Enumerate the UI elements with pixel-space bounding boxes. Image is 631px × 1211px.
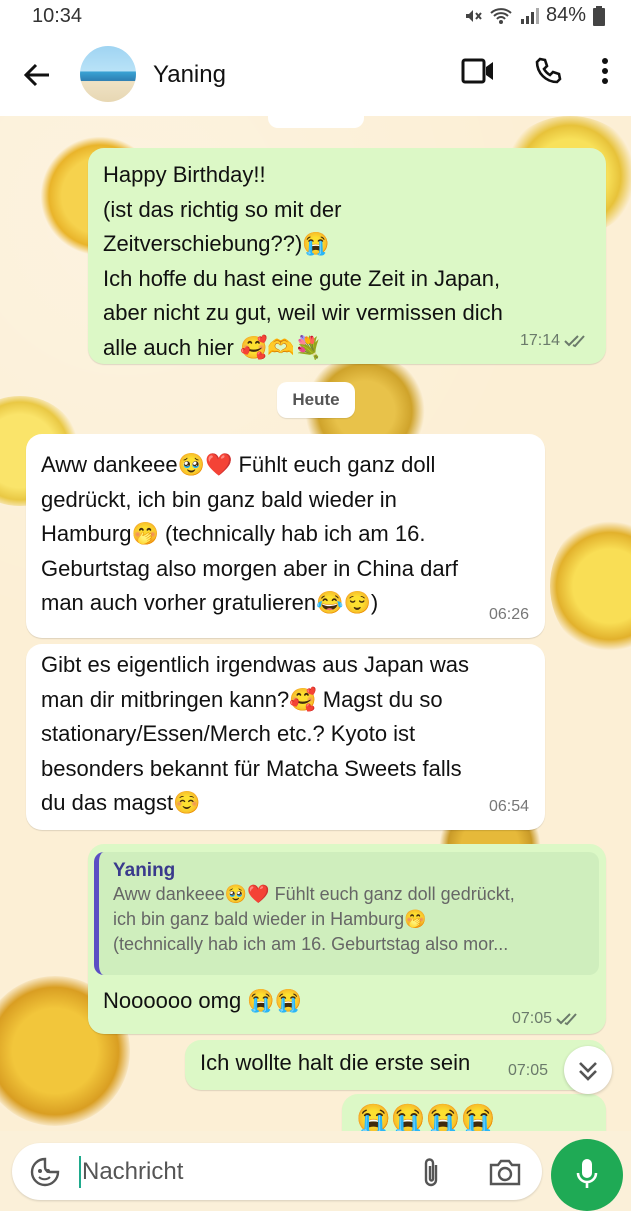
message-composer (12, 1143, 542, 1200)
message-text: Aww dankeee🥹❤️ Fühlt euch ganz doll gedr… (41, 452, 459, 615)
quoted-message[interactable]: Yaning Aww dankeee🥹❤️ Fühlt euch ganz do… (94, 852, 599, 975)
battery-icon (593, 5, 605, 26)
read-ticks-icon (564, 335, 585, 347)
phone-call-icon[interactable] (533, 56, 563, 86)
status-time: 10:34 (32, 5, 83, 27)
message-time: 07:05 (507, 1061, 548, 1079)
camera-icon[interactable] (488, 1157, 522, 1187)
chevron-double-down-icon (579, 1062, 597, 1081)
wallpaper-durian (550, 516, 631, 656)
read-ticks-icon (556, 1013, 577, 1026)
quoted-sender: Yaning (113, 860, 176, 881)
status-icons: 84% (463, 4, 605, 27)
scroll-to-bottom-button[interactable] (564, 1046, 612, 1094)
message-text: 😭😭😭😭 (356, 1103, 496, 1131)
message-meta: 07:05 (512, 1010, 582, 1028)
day-separator: Heute (277, 382, 355, 418)
attach-icon[interactable] (420, 1157, 442, 1189)
message-time: 17:14 (519, 331, 560, 349)
more-options-icon[interactable] (601, 58, 609, 84)
message-outgoing[interactable]: Happy Birthday!! (ist das richtig so mit… (88, 148, 606, 364)
video-call-icon[interactable] (461, 58, 495, 84)
message-incoming[interactable]: Gibt es eigentlich irgendwas aus Japan w… (26, 644, 545, 830)
message-incoming[interactable]: Aww dankeee🥹❤️ Fühlt euch ganz doll gedr… (26, 434, 545, 638)
contact-avatar[interactable] (80, 46, 136, 102)
message-time: 07:05 (512, 1010, 553, 1027)
mute-icon (465, 9, 482, 22)
status-bar: 10:34 84% (0, 0, 631, 34)
battery-level: 84% (545, 4, 586, 26)
message-input[interactable] (80, 1151, 384, 1193)
message-time: 06:26 (488, 605, 529, 623)
wifi-icon (490, 7, 512, 24)
chat-area[interactable]: Happy Birthday!! (ist das richtig so mit… (0, 116, 631, 1131)
partial-chip (268, 116, 364, 128)
chat-header: Yaning (0, 34, 631, 116)
back-arrow-icon[interactable] (22, 60, 52, 90)
message-outgoing[interactable]: 😭😭😭😭 (342, 1094, 606, 1131)
microphone-icon (576, 1159, 598, 1188)
signal-icon (520, 7, 539, 24)
message-time: 06:54 (488, 797, 529, 815)
message-text: Noooooo omg 😭😭 (103, 988, 303, 1013)
emoji-sticker-icon[interactable] (30, 1157, 60, 1187)
message-outgoing[interactable]: Ich wollte halt die erste sein 07:05 (185, 1040, 606, 1090)
quoted-text: Aww dankeee🥹❤️ Fühlt euch ganz doll gedr… (113, 884, 515, 954)
contact-name[interactable]: Yaning (153, 61, 226, 89)
voice-message-button[interactable] (551, 1139, 623, 1211)
message-input-bar (0, 1131, 631, 1211)
message-text: Gibt es eigentlich irgendwas aus Japan w… (41, 652, 470, 815)
